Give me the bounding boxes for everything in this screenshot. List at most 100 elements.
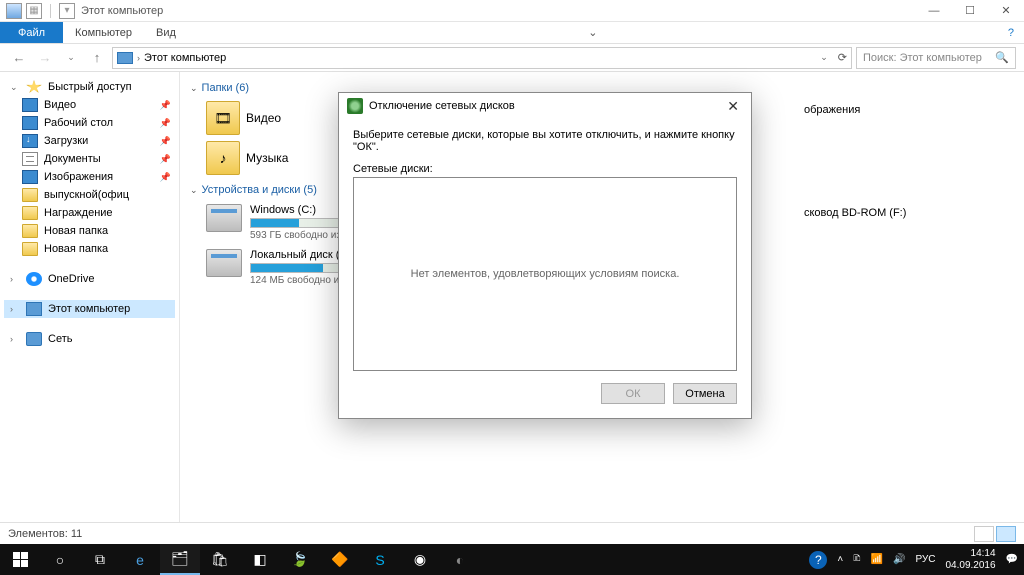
taskview-button[interactable]: ⧉ xyxy=(80,544,120,575)
partial-label: сковод BD-ROM (F:) xyxy=(804,207,906,219)
up-button[interactable]: ↑ xyxy=(86,47,108,69)
pc-icon xyxy=(117,52,133,64)
maximize-button[interactable]: ☐ xyxy=(952,0,988,22)
sidebar-item-folder[interactable]: выпускной(офиц xyxy=(4,186,175,204)
address-box[interactable]: › Этот компьютер ⌄ ⟳ xyxy=(112,47,852,69)
expand-icon[interactable]: › xyxy=(10,274,20,284)
language-indicator[interactable]: РУС xyxy=(915,554,935,565)
disconnect-dialog: Отключение сетевых дисков ✕ Выберите сет… xyxy=(338,92,752,419)
dialog-titlebar: Отключение сетевых дисков ✕ xyxy=(339,93,751,119)
video-icon xyxy=(22,98,38,112)
expand-icon[interactable]: ⌄ xyxy=(10,82,20,93)
recent-dropdown[interactable]: ⌄ xyxy=(60,47,82,69)
quick-access[interactable]: ⌄ Быстрый доступ xyxy=(4,78,175,96)
nav-pane: ⌄ Быстрый доступ Видео📌 Рабочий стол📌 За… xyxy=(0,72,180,554)
computer-tab[interactable]: Компьютер xyxy=(63,22,144,43)
app-button[interactable]: 🍃 xyxy=(280,544,320,575)
sidebar-this-pc[interactable]: ›Этот компьютер xyxy=(4,300,175,318)
cancel-button[interactable]: Отмена xyxy=(673,383,737,404)
expand-icon[interactable]: › xyxy=(10,304,20,314)
sidebar-item-folder[interactable]: Награждение xyxy=(4,204,175,222)
downloads-icon xyxy=(22,134,38,148)
breadcrumb[interactable]: Этот компьютер xyxy=(144,52,226,64)
star-icon xyxy=(26,80,42,94)
expand-icon[interactable]: › xyxy=(10,334,20,344)
dialog-list-label: Сетевые диски: xyxy=(353,163,737,175)
documents-icon xyxy=(22,152,38,166)
desktop-icon xyxy=(22,116,38,130)
chevron-down-icon: ⌄ xyxy=(190,185,198,196)
app-button[interactable]: 🔶 xyxy=(320,544,360,575)
tiles-view-button[interactable] xyxy=(996,526,1016,542)
chrome-button[interactable]: ◉ xyxy=(400,544,440,575)
sidebar-item-desktop[interactable]: Рабочий стол📌 xyxy=(4,114,175,132)
search-icon: 🔍 xyxy=(995,51,1009,64)
help-tray-icon[interactable]: ? xyxy=(809,551,827,569)
sidebar-onedrive[interactable]: ›OneDrive xyxy=(4,270,175,288)
pin-icon: 📌 xyxy=(160,118,171,129)
pin-icon: 📌 xyxy=(160,136,171,147)
network-drives-list[interactable]: Нет элементов, удовлетворяющих условиям … xyxy=(353,177,737,371)
network-tray-icon[interactable]: 📶 xyxy=(871,554,883,565)
search-input[interactable]: Поиск: Этот компьютер 🔍 xyxy=(856,47,1016,69)
chevron-down-icon[interactable]: ⌄ xyxy=(820,52,828,63)
back-button[interactable]: ← xyxy=(8,47,30,69)
folder-icon xyxy=(22,206,38,220)
start-button[interactable] xyxy=(0,544,40,575)
dialog-title: Отключение сетевых дисков xyxy=(369,100,515,112)
sidebar-item-video[interactable]: Видео📌 xyxy=(4,96,175,114)
sidebar-item-images[interactable]: Изображения📌 xyxy=(4,168,175,186)
dialog-icon xyxy=(347,98,363,114)
qat-properties[interactable]: ▦ xyxy=(26,3,42,19)
video-library[interactable]: 🎞Видео xyxy=(206,98,281,138)
qat-icon[interactable] xyxy=(6,3,22,19)
search-placeholder: Поиск: Этот компьютер xyxy=(863,52,982,64)
network-icon xyxy=(26,332,42,346)
battery-icon[interactable]: 🗈 xyxy=(853,551,860,568)
app-button[interactable]: ◧ xyxy=(240,544,280,575)
sidebar-item-documents[interactable]: Документы📌 xyxy=(4,150,175,168)
sidebar-item-folder[interactable]: Новая папка xyxy=(4,222,175,240)
volume-icon[interactable]: 🔊 xyxy=(893,554,905,565)
ribbon-expand-icon[interactable]: ⌄ xyxy=(578,22,607,43)
folder-icon xyxy=(22,188,38,202)
sidebar-item-downloads[interactable]: Загрузки📌 xyxy=(4,132,175,150)
edge-button[interactable]: e xyxy=(120,544,160,575)
action-center-icon[interactable]: 💬 xyxy=(1006,554,1018,565)
explorer-button[interactable]: 🗂 xyxy=(160,544,200,575)
file-tab[interactable]: Файл xyxy=(0,22,63,43)
sidebar-network[interactable]: ›Сеть xyxy=(4,330,175,348)
tray-chevron-icon[interactable]: ˄ xyxy=(837,554,843,565)
pin-icon: 📌 xyxy=(160,154,171,165)
item-count: Элементов: 11 xyxy=(8,528,82,540)
drive-icon xyxy=(206,204,242,232)
dialog-close-button[interactable]: ✕ xyxy=(723,98,743,115)
view-tab[interactable]: Вид xyxy=(144,22,188,43)
store-button[interactable]: 🛍 xyxy=(200,544,240,575)
address-bar: ← → ⌄ ↑ › Этот компьютер ⌄ ⟳ Поиск: Этот… xyxy=(0,44,1024,72)
forward-button[interactable]: → xyxy=(34,47,56,69)
close-button[interactable]: ✕ xyxy=(988,0,1024,22)
pin-icon: 📌 xyxy=(160,100,171,111)
video-folder-icon: 🎞 xyxy=(206,101,240,135)
details-view-button[interactable] xyxy=(974,526,994,542)
clock[interactable]: 14:14 04.09.2016 xyxy=(945,548,995,572)
qat-dropdown[interactable]: ▾ xyxy=(59,3,75,19)
status-bar: Элементов: 11 xyxy=(0,522,1024,544)
steam-button[interactable]: ◐ xyxy=(440,544,480,575)
titlebar: ▦ ▾ Этот компьютер — ☐ ✕ xyxy=(0,0,1024,22)
partial-label: ображения xyxy=(804,104,860,116)
skype-button[interactable]: S xyxy=(360,544,400,575)
minimize-button[interactable]: — xyxy=(916,0,952,22)
ok-button[interactable]: ОК xyxy=(601,383,665,404)
taskbar: ○ ⧉ e 🗂 🛍 ◧ 🍃 🔶 S ◉ ◐ ? ˄ 🗈 📶 🔊 РУС 14:1… xyxy=(0,544,1024,575)
folder-icon xyxy=(22,224,38,238)
window-title: Этот компьютер xyxy=(81,5,163,17)
help-icon[interactable]: ? xyxy=(998,22,1024,43)
chevron-down-icon: ⌄ xyxy=(190,83,198,94)
dialog-instruction: Выберите сетевые диски, которые вы хотит… xyxy=(353,129,737,153)
sidebar-item-folder[interactable]: Новая папка xyxy=(4,240,175,258)
search-button[interactable]: ○ xyxy=(40,544,80,575)
music-library[interactable]: ♪Музыка xyxy=(206,138,288,178)
refresh-icon[interactable]: ⟳ xyxy=(838,51,847,64)
